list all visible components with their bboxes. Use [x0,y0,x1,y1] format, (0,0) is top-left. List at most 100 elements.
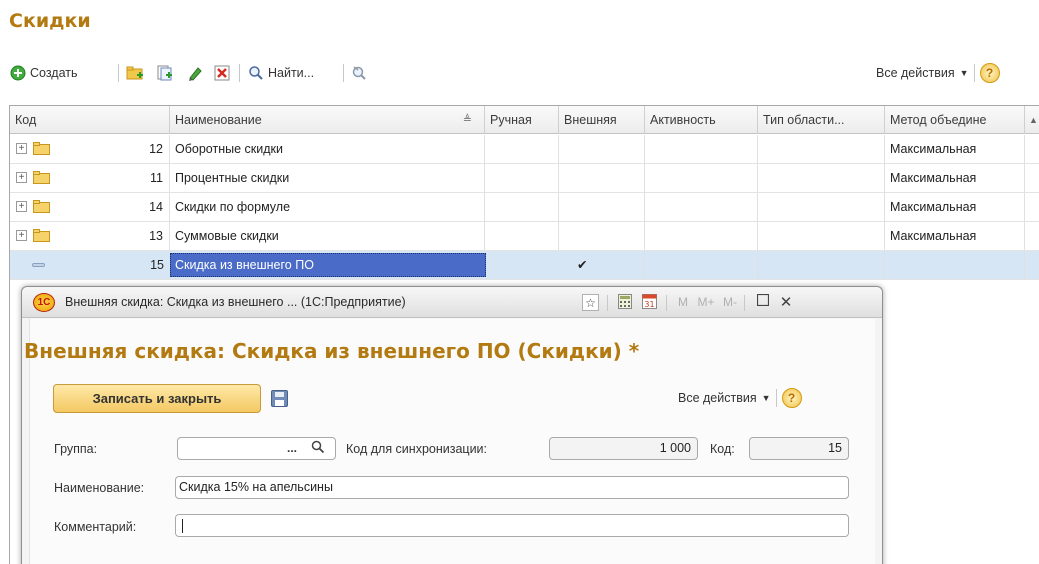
cell-code: 13 [50,222,170,250]
expand-icon[interactable]: + [16,201,27,212]
cell-code: 11 [50,164,170,192]
col-header-activity[interactable]: Активность [645,106,758,134]
folder-icon [33,171,50,184]
cell-area-type [758,135,885,163]
cell-method: Максимальная [885,193,1025,221]
col-header-method[interactable]: Метод объедине [885,106,1025,134]
expand-icon[interactable]: + [16,172,27,183]
create-button[interactable]: Создать [9,62,78,84]
cell-method: Максимальная [885,222,1025,250]
cell-area-type [758,251,885,279]
dialog-all-actions-label: Все действия [678,391,757,405]
edit-pencil-icon [186,64,204,82]
table-header: Код Наименование ≜ Ручная Внешняя Активн… [10,106,1039,134]
close-icon[interactable]: ✕ [778,294,794,311]
cell-name: Оборотные скидки [170,135,485,163]
page-title: Скидки [9,10,91,32]
col-header-name[interactable]: Наименование ≜ [170,106,485,134]
cell-activity [645,193,758,221]
cell-external [559,222,645,250]
code-field[interactable]: 15 [749,437,849,460]
cell-area-type [758,193,885,221]
favorite-icon[interactable]: ☆ [582,294,599,311]
calculator-icon[interactable] [616,294,633,311]
add-folder-icon [126,64,144,82]
copy-button[interactable] [156,62,174,84]
create-label: Создать [30,66,78,80]
maximize-icon[interactable] [755,293,771,311]
cell-manual [485,222,559,250]
delete-button[interactable] [213,62,231,84]
expand-icon[interactable]: + [16,143,27,154]
cell-external: ✔ [559,251,645,279]
cell-method: Максимальная [885,164,1025,192]
add-folder-button[interactable] [126,62,144,84]
cell-activity [645,135,758,163]
comment-field[interactable] [175,514,849,537]
cell-activity [645,222,758,250]
list-all-actions-label: Все действия [876,66,955,80]
chevron-down-icon: ▼ [959,68,969,78]
cell-code: 15 [150,258,164,272]
save-and-close-button[interactable]: Записать и закрыть [53,384,261,413]
memory-minus-button[interactable]: M- [720,294,740,311]
cell-code: 14 [50,193,170,221]
col-header-name-label: Наименование [175,113,262,127]
group-select-button[interactable]: ... [287,441,297,455]
svg-text:31: 31 [644,300,654,309]
cell-name: Суммовые скидки [170,222,485,250]
dialog-titlebar[interactable]: 1С Внешняя скидка: Скидка из внешнего ..… [22,287,882,318]
search-icon [247,64,265,82]
expand-icon[interactable]: + [16,230,27,241]
cell-method: Максимальная [885,135,1025,163]
cell-external [559,135,645,163]
cell-name: Скидки по формуле [170,193,485,221]
help-icon[interactable]: ? [781,388,802,408]
list-toolbar: Создать Найти... Все действия ▼ ? [9,60,1039,86]
group-label: Группа: [54,442,98,456]
cell-manual [485,193,559,221]
cell-code: 12 [50,135,170,163]
table-row[interactable]: + 11 Процентные скидки Максимальная [10,164,1039,193]
cell-activity [645,251,758,279]
sync-code-field[interactable]: 1 000 [549,437,698,460]
help-icon[interactable]: ? [979,63,1000,83]
clear-search-button[interactable] [351,62,369,84]
comment-label: Комментарий: [54,520,137,534]
chevron-down-icon: ▼ [761,393,771,403]
table-row[interactable]: + 13 Суммовые скидки Максимальная [10,222,1039,251]
code-label: Код: [710,442,735,456]
name-field[interactable]: Скидка 15% на апельсины [175,476,849,499]
dialog-window-title: Внешняя скидка: Скидка из внешнего ... (… [65,295,406,309]
calendar-icon[interactable]: 31 [641,294,658,311]
table-row[interactable]: + 12 Оборотные скидки Максимальная [10,135,1039,164]
find-label: Найти... [268,66,315,80]
cell-area-type [758,164,885,192]
memory-plus-button[interactable]: M+ [696,294,716,311]
copy-icon [156,64,174,82]
list-all-actions[interactable]: Все действия ▼ ? [876,63,1000,83]
col-header-external[interactable]: Внешняя [559,106,645,134]
col-header-area-type[interactable]: Тип области... [758,106,885,134]
name-label: Наименование: [54,481,145,495]
memory-button[interactable]: M [675,294,691,311]
plus-circle-icon [9,64,27,82]
scroll-up-arrow[interactable]: ▲ [1027,106,1039,134]
folder-icon [33,229,50,242]
col-header-manual[interactable]: Ручная [485,106,559,134]
col-header-code[interactable]: Код [10,106,170,134]
cell-external [559,193,645,221]
folder-icon [33,142,50,155]
search-icon[interactable] [311,440,325,457]
cell-method [885,251,1025,279]
edit-button[interactable] [186,62,204,84]
find-button[interactable]: Найти... [247,62,314,84]
cell-activity [645,164,758,192]
table-row[interactable]: + 14 Скидки по формуле Максимальная [10,193,1039,222]
table-row-selected[interactable]: 15 Скидка из внешнего ПО ✔ [10,251,1039,280]
floppy-disk-icon[interactable] [271,390,288,407]
dialog-all-actions[interactable]: Все действия ▼ ? [678,388,802,408]
cell-name-selected[interactable]: Скидка из внешнего ПО [170,253,486,277]
sync-code-label: Код для синхронизации: [346,442,488,456]
cell-manual [485,135,559,163]
